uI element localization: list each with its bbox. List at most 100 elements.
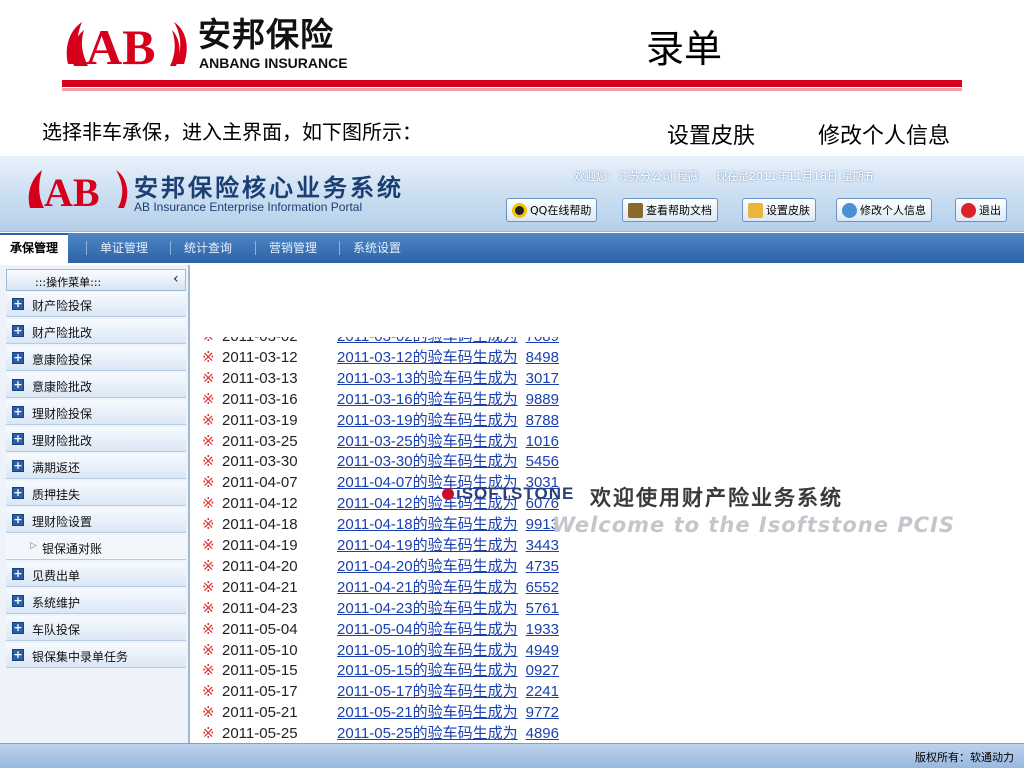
notice-link[interactable]: 2011-03-25的验车码生成为 1016 (337, 431, 559, 452)
notice-link[interactable]: 2011-03-13的验车码生成为 3017 (337, 368, 559, 389)
notice-link[interactable]: 2011-05-04的验车码生成为 1933 (337, 619, 559, 640)
menu-item-wealth-underwriting[interactable]: + 理财险投保 (6, 400, 186, 425)
menu-item-accident-health-underwriting[interactable]: + 意康险投保 (6, 346, 186, 371)
menu-item-system-maintenance[interactable]: + 系统维护 (6, 589, 186, 614)
notice-link[interactable]: 2011-03-30的验车码生成为 5456 (337, 451, 559, 472)
notice-date: 2011-05-25 (222, 725, 298, 741)
help-doc-icon (628, 202, 643, 218)
current-datetime: 现在是2011年11月18日 星期五 (716, 170, 875, 183)
reference-mark-icon: ※ (202, 599, 215, 617)
menu-item-label: 财产险投保 (32, 299, 93, 313)
notice-link[interactable]: 2011-05-21的验车码生成为 9772 (337, 702, 559, 723)
notice-link[interactable]: 2011-04-21的验车码生成为 6552 (337, 577, 559, 598)
tab-marketing[interactable]: 营销管理 (259, 233, 327, 263)
notice-link[interactable]: 2011-03-12的验车码生成为 8498 (337, 347, 559, 368)
set-skin-button[interactable]: 设置皮肤 (742, 198, 816, 222)
notice-date: 2011-04-12 (222, 495, 298, 513)
logout-button[interactable]: 退出 (955, 198, 1007, 222)
notice-link-text: 2011-03-30的验车码生成为 (337, 453, 518, 471)
expand-icon: + (12, 621, 24, 634)
notice-link[interactable]: 2011-05-25的验车码生成为 4896 (337, 723, 559, 741)
inspection-code: 5456 (525, 453, 559, 471)
expand-icon: + (12, 432, 24, 445)
notice-link[interactable]: 2011-04-20的验车码生成为 4735 (337, 556, 559, 577)
menu-item-bank-reconciliation[interactable]: ▷ 银保通对账 (6, 535, 186, 560)
inspection-code: 9772 (525, 704, 559, 722)
expand-icon: + (12, 513, 24, 526)
notice-date: 2011-05-17 (222, 683, 298, 701)
portal-header: AB 安邦保险核心业务系统 AB Insurance Enterprise In… (0, 156, 1024, 232)
notice-date: 2011-03-02 (222, 337, 298, 347)
menu-item-wealth-endorsement[interactable]: + 理财险批改 (6, 427, 186, 452)
qq-help-button[interactable]: QQ在线帮助 (506, 198, 598, 222)
notice-link-text: 2011-03-16的验车码生成为 (337, 390, 518, 408)
reference-mark-icon: ※ (202, 495, 215, 513)
menu-item-property-underwriting[interactable]: + 财产险投保 (6, 292, 186, 317)
menu-item-maturity-return[interactable]: + 满期返还 (6, 454, 186, 479)
notice-link-text: 2011-05-15的验车码生成为 (337, 662, 518, 680)
menu-item-label: 见费出单 (32, 569, 81, 583)
portal-footer: 版权所有：软通动力 (0, 743, 1024, 768)
menu-item-pay-before-issue[interactable]: + 见费出单 (6, 562, 186, 587)
notice-link[interactable]: 2011-03-19的验车码生成为 8788 (337, 410, 559, 431)
notice-link-text: 2011-05-25的验车码生成为 (337, 725, 518, 741)
edit-profile-link[interactable]: 修改个人信息 (818, 118, 950, 150)
menu-item-fleet-underwriting[interactable]: + 车队投保 (6, 616, 186, 641)
notice-link[interactable]: 2011-05-17的验车码生成为 2241 (337, 681, 559, 702)
notice-date: 2011-05-10 (222, 641, 298, 659)
tab-underwriting[interactable]: 承保管理 (0, 233, 69, 263)
notice-link-text: 2011-05-10的验车码生成为 (337, 641, 518, 659)
reference-mark-icon: ※ (202, 369, 215, 387)
operation-menu: :::操作菜单::: ‹ + 财产险投保 + 财产险批改 + 意康险投保 + 意康险批改… (0, 265, 190, 745)
notice-link[interactable]: 2011-04-23的验车码生成为 5761 (337, 598, 559, 619)
menu-item-label: 系统维护 (32, 596, 81, 610)
welcome-english: Welcome to the Isoftstone PCIS (552, 513, 956, 537)
menu-item-pledge-loss-report[interactable]: + 质押挂失 (6, 481, 186, 506)
reference-mark-icon: ※ (202, 704, 215, 722)
expand-icon: + (12, 405, 24, 418)
portal-subtitle: AB Insurance Enterprise Information Port… (134, 200, 363, 214)
menu-item-property-endorsement[interactable]: + 财产险批改 (6, 319, 186, 344)
notice-link[interactable]: 2011-04-19的验车码生成为 3443 (337, 535, 559, 556)
menu-item-label: 意康险批改 (32, 380, 93, 394)
tab-system-settings[interactable]: 系统设置 (343, 233, 411, 263)
portal-title: 安邦保险核心业务系统 (134, 174, 404, 202)
notice-link-text: 2011-03-13的验车码生成为 (337, 369, 518, 387)
svg-text:AB: AB (44, 170, 100, 214)
notice-link[interactable]: 2011-03-16的验车码生成为 9889 (337, 389, 559, 410)
notice-date: 2011-04-07 (222, 474, 298, 492)
menu-header-label: :::操作菜单::: (35, 276, 102, 289)
tab-documents[interactable]: 单证管理 (90, 233, 158, 263)
notice-link[interactable]: 2011-05-15的验车码生成为 0927 (337, 660, 559, 681)
edit-profile-button[interactable]: 修改个人信息 (836, 198, 932, 222)
main-content: ※ 2011-03-02 2011-03-02的验车码生成为 7089 ※ 2011-03… (192, 265, 1024, 745)
inspection-code: 4896 (525, 725, 559, 741)
reference-mark-icon: ※ (202, 516, 215, 534)
notice-link-text: 2011-03-25的验车码生成为 (337, 432, 518, 450)
notice-link[interactable]: 2011-03-02的验车码生成为 7089 (337, 337, 559, 347)
set-skin-link[interactable]: 设置皮肤 (667, 118, 755, 150)
collapse-menu-icon[interactable]: ‹ (173, 271, 179, 287)
inspection-code: 1016 (525, 432, 559, 450)
notice-date: 2011-03-19 (222, 411, 298, 429)
notice-link[interactable]: 2011-04-07的验车码生成为 3031 (337, 472, 559, 493)
notice-date: 2011-04-21 (222, 578, 298, 596)
title-divider (62, 80, 962, 91)
reference-mark-icon: ※ (202, 390, 215, 408)
qq-help-label: QQ在线帮助 (530, 204, 592, 217)
notice-link[interactable]: 2011-04-18的验车码生成为 9913 (337, 514, 559, 535)
menu-item-label: 质押挂失 (32, 488, 81, 502)
menu-item-accident-health-endorsement[interactable]: + 意康险批改 (6, 373, 186, 398)
expand-icon: + (12, 648, 24, 661)
notice-link[interactable]: 2011-05-10的验车码生成为 4949 (337, 640, 559, 661)
tab-statistics[interactable]: 统计查询 (174, 233, 242, 263)
notice-date: 2011-05-15 (222, 662, 298, 680)
notice-link[interactable]: 2011-04-12的验车码生成为 6076 (337, 493, 559, 514)
notice-link-text: 2011-03-12的验车码生成为 (337, 348, 518, 366)
brush-icon (748, 202, 763, 218)
help-doc-button[interactable]: 查看帮助文档 (622, 198, 718, 222)
qq-penguin-icon (512, 202, 527, 218)
menu-item-wealth-settings[interactable]: + 理财险设置 (6, 508, 186, 533)
notice-date: 2011-04-18 (222, 516, 298, 534)
menu-item-bancassurance-batch-entry[interactable]: + 银保集中录单任务 (6, 643, 186, 668)
